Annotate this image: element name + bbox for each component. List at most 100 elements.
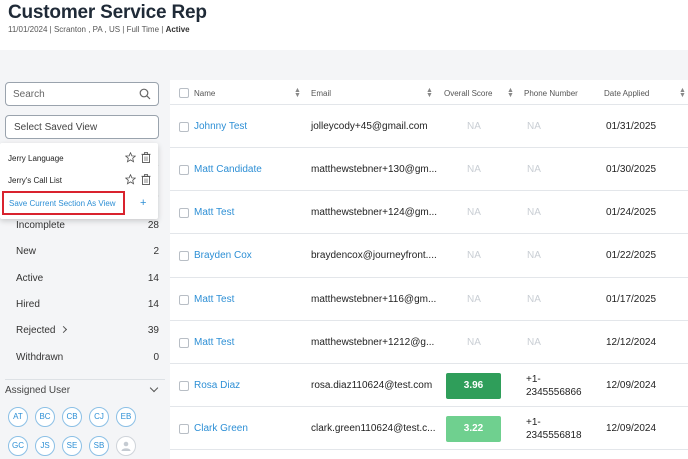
- sort-icon[interactable]: ▲ ▼: [679, 87, 686, 99]
- search-icon[interactable]: [139, 88, 151, 100]
- status-withdrawn[interactable]: Withdrawn 0: [0, 345, 165, 371]
- row-checkbox[interactable]: [179, 122, 189, 132]
- col-name[interactable]: Name: [194, 89, 215, 98]
- table-row[interactable]: Rosa Diaz rosa.diaz110624@test.com 3.96 +1-…: [170, 364, 688, 407]
- page-title: Customer Service Rep: [8, 2, 207, 23]
- search-box[interactable]: [5, 82, 159, 106]
- row-checkbox[interactable]: [179, 424, 189, 434]
- avatar[interactable]: GC: [8, 436, 28, 456]
- row-checkbox[interactable]: [179, 295, 189, 305]
- select-all-checkbox[interactable]: [179, 88, 189, 98]
- candidate-email: jolleycody+45@gmail.com: [311, 121, 428, 132]
- status-label: Incomplete: [16, 220, 65, 231]
- avatar[interactable]: SE: [62, 436, 82, 456]
- candidate-email: clark.green110624@test.c...: [311, 423, 436, 434]
- status-new[interactable]: New 2: [0, 239, 165, 265]
- table-row[interactable]: Clark Green clark.green110624@test.c... 3.…: [170, 407, 688, 450]
- sort-icon[interactable]: ▲ ▼: [294, 87, 301, 99]
- avatar[interactable]: BC: [35, 407, 55, 427]
- status-active[interactable]: Active 14: [0, 266, 165, 292]
- job-header: Customer Service Rep 11/01/2024 | Scrant…: [0, 0, 688, 50]
- status-count: 28: [147, 220, 159, 231]
- avatar[interactable]: EB: [116, 407, 136, 427]
- score-na: NA: [467, 207, 481, 218]
- table-row[interactable]: Matt Test matthewstebner+1212@g... NA NA 12/…: [170, 321, 688, 364]
- status-hired[interactable]: Hired 14: [0, 292, 165, 318]
- status-label: Withdrawn: [16, 352, 64, 363]
- search-input[interactable]: [6, 83, 126, 105]
- avatar[interactable]: SB: [89, 436, 109, 456]
- phone-na: NA: [527, 164, 541, 175]
- phone-na: NA: [527, 337, 541, 348]
- candidate-name-link[interactable]: Matt Test: [194, 337, 234, 348]
- row-checkbox[interactable]: [179, 338, 189, 348]
- candidate-name-link[interactable]: Johnny Test: [194, 121, 247, 132]
- sort-icon[interactable]: ▲ ▼: [507, 87, 514, 99]
- sidebar-divider: [5, 379, 165, 380]
- row-checkbox[interactable]: [179, 208, 189, 218]
- status-label: Rejected: [16, 325, 68, 336]
- chevron-right-icon[interactable]: [60, 325, 68, 334]
- saved-view-label: Jerry Language: [8, 154, 64, 163]
- table-row[interactable]: Matt Candidate matthewstebner+130@gm... NA…: [170, 148, 688, 191]
- trash-icon[interactable]: [141, 174, 151, 185]
- date-applied: 01/17/2025: [606, 294, 657, 305]
- date-applied: 12/12/2024: [606, 337, 657, 348]
- avatar[interactable]: AT: [8, 407, 28, 427]
- save-current-view-label: Save Current Section As View: [9, 199, 116, 208]
- candidate-name-link[interactable]: Rosa Diaz: [194, 380, 240, 391]
- sort-icon[interactable]: ▲ ▼: [426, 87, 433, 99]
- col-date-applied[interactable]: Date Applied: [604, 89, 649, 98]
- chevron-down-icon[interactable]: [149, 383, 159, 393]
- table-row[interactable]: Johnny Test jolleycody+45@gmail.com NA NA 01…: [170, 105, 688, 148]
- candidate-name-link[interactable]: Matt Test: [194, 207, 234, 218]
- filter-sidebar: Select Saved View 7 8 Jerry Language Jer…: [0, 80, 170, 459]
- phone-line: +1-: [526, 374, 541, 385]
- save-current-view-button[interactable]: Save Current Section As View: [2, 191, 125, 215]
- candidate-email: rosa.diaz110624@test.com: [311, 380, 433, 391]
- toolbar-band: [0, 50, 688, 80]
- candidate-name-link[interactable]: Matt Test: [194, 294, 234, 305]
- user-icon: [121, 441, 131, 451]
- unassigned-avatar[interactable]: [116, 436, 136, 456]
- candidate-name-link[interactable]: Matt Candidate: [194, 164, 262, 175]
- saved-view-select[interactable]: Select Saved View: [5, 115, 159, 139]
- status-count: 0: [153, 352, 159, 363]
- job-meta: 11/01/2024 | Scranton , PA , US | Full T…: [8, 25, 190, 34]
- row-checkbox[interactable]: [179, 165, 189, 175]
- add-view-icon[interactable]: +: [140, 197, 146, 209]
- row-checkbox[interactable]: [179, 251, 189, 261]
- candidate-name-link[interactable]: Brayden Cox: [194, 250, 252, 261]
- status-rejected[interactable]: Rejected 39: [0, 318, 165, 344]
- star-icon[interactable]: [125, 174, 136, 185]
- table-row[interactable]: Brayden Cox braydencox@journeyfront.... NA…: [170, 234, 688, 278]
- status-label-text: Rejected: [16, 325, 56, 336]
- status-count: 14: [147, 273, 159, 284]
- saved-view-label: Jerry's Call List: [8, 176, 62, 185]
- col-email[interactable]: Email: [311, 89, 331, 98]
- table-row[interactable]: Matt Test matthewstebner+116@gm... NA NA 01/…: [170, 278, 688, 321]
- col-phone-number[interactable]: Phone Number: [524, 89, 578, 98]
- row-checkbox[interactable]: [179, 381, 189, 391]
- candidate-phone: +1- 2345556818: [526, 416, 582, 442]
- table-header: Name ▲ ▼ Email ▲ ▼ Overall Score ▲ ▼ Phone …: [170, 83, 688, 105]
- saved-view-item[interactable]: Jerry's Call List: [0, 169, 158, 191]
- phone-line: 2345556818: [526, 430, 582, 441]
- score-badge: 3.96: [446, 373, 501, 399]
- trash-icon[interactable]: [141, 152, 151, 163]
- saved-view-item[interactable]: Jerry Language: [0, 147, 158, 169]
- avatar[interactable]: CJ: [89, 407, 109, 427]
- candidate-name-link[interactable]: Clark Green: [194, 423, 248, 434]
- score-na: NA: [467, 337, 481, 348]
- candidate-email: matthewstebner+1212@g...: [311, 337, 435, 348]
- table-row[interactable]: Matt Test matthewstebner+124@gm... NA NA 01/…: [170, 191, 688, 234]
- col-overall-score[interactable]: Overall Score: [444, 89, 492, 98]
- status-count: 2: [153, 246, 159, 257]
- avatar[interactable]: JS: [35, 436, 55, 456]
- score-na: NA: [467, 121, 481, 132]
- star-icon[interactable]: [125, 152, 136, 163]
- date-applied: 01/30/2025: [606, 164, 657, 175]
- job-meta-details: 11/01/2024 | Scranton , PA , US | Full T…: [8, 25, 166, 34]
- avatar[interactable]: CB: [62, 407, 82, 427]
- assigned-user-label: Assigned User: [5, 385, 71, 396]
